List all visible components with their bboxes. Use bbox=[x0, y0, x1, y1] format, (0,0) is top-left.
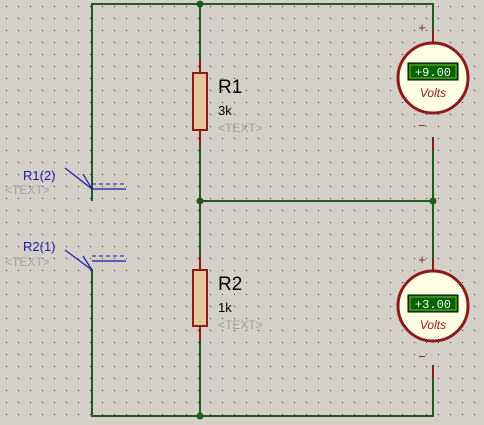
voltmeter-plus-sign: + bbox=[418, 20, 426, 35]
voltmeter-plus-sign: + bbox=[418, 252, 426, 267]
resistor-icon[interactable] bbox=[192, 72, 208, 131]
probe-label: R2(1) bbox=[23, 239, 56, 254]
resistor-text-placeholder: <TEXT> bbox=[218, 318, 263, 332]
probe-text-placeholder: <TEXT> bbox=[5, 255, 50, 269]
voltmeter-reading: +9.00 bbox=[415, 66, 451, 80]
junction-dot bbox=[429, 197, 437, 205]
resistor-value: 1k bbox=[218, 300, 232, 315]
voltmeter-minus-sign: − bbox=[418, 118, 426, 133]
voltmeter-unit: Volts bbox=[420, 318, 446, 332]
probe-label: R1(2) bbox=[23, 168, 56, 183]
probe-text-placeholder: <TEXT> bbox=[5, 183, 50, 197]
junction-dot bbox=[196, 0, 204, 8]
junction-dot bbox=[196, 412, 204, 420]
junction-dot bbox=[196, 197, 204, 205]
resistor-icon[interactable] bbox=[192, 269, 208, 327]
voltmeter-minus-sign: − bbox=[418, 349, 426, 364]
voltmeter-reading: +3.00 bbox=[415, 298, 451, 312]
schematic-canvas[interactable]: R1 3k <TEXT> R2 1k <TEXT> +9.00 Volts + … bbox=[0, 0, 484, 425]
resistor-refdes: R2 bbox=[218, 274, 242, 295]
voltmeter-unit: Volts bbox=[420, 86, 446, 100]
resistor-refdes: R1 bbox=[218, 77, 242, 98]
resistor-value: 3k bbox=[218, 103, 232, 118]
resistor-text-placeholder: <TEXT> bbox=[218, 121, 263, 135]
